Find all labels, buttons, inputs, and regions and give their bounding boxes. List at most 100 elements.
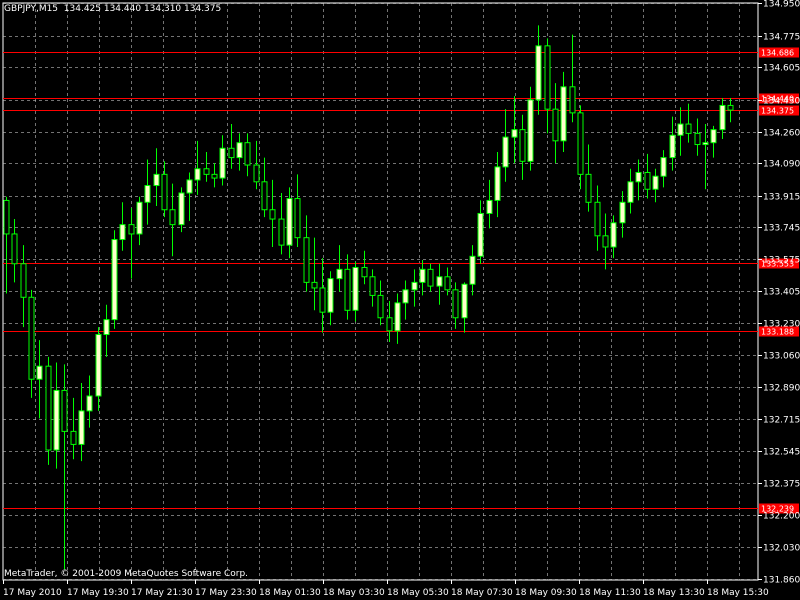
y-tick-label: 132.545 (763, 448, 800, 458)
candle-bear (128, 224, 135, 235)
x-tick-label: 18 May 03:30 (323, 588, 385, 598)
x-tick-label: 18 May 11:30 (579, 588, 641, 598)
candle-bear (452, 289, 459, 319)
candle-bull (95, 334, 102, 397)
x-tick-label: 17 May 2010 (3, 588, 62, 598)
candle-bull (619, 201, 626, 224)
x-tick-label: 18 May 15:30 (707, 588, 769, 598)
candle-bull (53, 389, 60, 451)
candle-bull (511, 129, 518, 138)
y-tick-label: 133.060 (763, 352, 800, 362)
candle-bear (169, 209, 176, 226)
candle-bull (194, 168, 201, 181)
y-tick-label: 132.030 (763, 544, 800, 554)
candle-bull (486, 199, 493, 214)
candle-bull (236, 142, 243, 159)
y-tick-label: 134.260 (763, 129, 800, 139)
candle-bear (644, 171, 651, 190)
x-tick-label: 18 May 13:30 (643, 588, 705, 598)
candle-bear (244, 142, 251, 166)
candle-bear (161, 173, 168, 211)
y-tick-label: 132.715 (763, 416, 800, 426)
copyright-text: MetaTrader, © 2001-2009 MetaQuotes Softw… (4, 569, 249, 579)
candle-bear (261, 181, 268, 211)
candle-bull (469, 255, 476, 285)
candle-bear (11, 233, 18, 265)
candle-bear (28, 296, 35, 380)
chart-background (0, 0, 800, 600)
candle-bull (286, 198, 293, 246)
candle-bear (594, 201, 601, 237)
candle-bear (602, 235, 609, 248)
candle-bear (727, 104, 734, 111)
candle-bull (219, 147, 226, 179)
y-tick-label: 133.915 (763, 193, 800, 203)
candle-bull (178, 192, 185, 226)
candle-bear (552, 108, 559, 142)
y-tick-label: 133.230 (763, 320, 800, 330)
candle-bear (278, 218, 285, 246)
candle-bull (677, 123, 684, 136)
candle-bear (228, 147, 235, 159)
candle-bull (461, 283, 468, 319)
candle-bull (610, 222, 617, 248)
candle-bear (361, 266, 368, 278)
candle-bear (685, 123, 692, 134)
candle-bear (444, 276, 451, 291)
candle-bear (344, 268, 351, 311)
level-label: 134.686 (761, 49, 794, 58)
candle-bull (652, 175, 659, 190)
candle-bull (119, 224, 126, 241)
candle-bull (103, 319, 110, 336)
candle-bull (702, 142, 709, 146)
y-tick-label: 133.745 (763, 224, 800, 234)
y-tick-label: 134.775 (763, 33, 800, 43)
candle-bull (635, 171, 642, 183)
x-tick-label: 17 May 23:30 (195, 588, 257, 598)
candle-bull (535, 45, 542, 101)
candle-bull (477, 212, 484, 257)
x-tick-label: 17 May 19:30 (67, 588, 129, 598)
y-tick-label: 133.575 (763, 256, 800, 266)
candle-bull (144, 185, 151, 203)
x-tick-label: 18 May 07:30 (451, 588, 513, 598)
candle-bear (253, 164, 260, 183)
candle-bull (669, 134, 676, 159)
y-tick-label: 132.890 (763, 384, 800, 394)
candle-bull (153, 173, 160, 187)
candle-bear (61, 389, 68, 432)
candle-bear (544, 45, 551, 110)
candle-bull (78, 410, 85, 445)
candle-bull (111, 239, 118, 321)
candle-bear (45, 365, 52, 451)
candle-bear (211, 173, 218, 179)
y-tick-label: 134.430 (763, 97, 800, 107)
candle-bull (710, 129, 717, 144)
candle-bear (319, 287, 326, 313)
candle-bull (436, 276, 443, 287)
ohlc-readout: 134.425 134.440 134.310 134.375 (63, 4, 222, 14)
candle-bull (494, 166, 501, 201)
candle-bull (660, 157, 667, 177)
candle-bear (427, 268, 434, 287)
y-tick-label: 131.860 (763, 576, 800, 586)
candle-bear (294, 198, 301, 239)
candle-bear (203, 168, 210, 175)
candle-bull (86, 395, 93, 412)
x-tick-label: 17 May 21:30 (131, 588, 193, 598)
candle-bear (569, 86, 576, 114)
symbol-label: GBPJPY,M15 (4, 4, 59, 14)
candle-bull (327, 278, 334, 313)
candle-bear (577, 112, 584, 175)
candle-bear (519, 129, 526, 162)
candle-bear (303, 237, 310, 283)
price-chart[interactable]: 134.686134.440134.375133.553133.188132.2… (0, 0, 800, 600)
candle-bull (627, 181, 634, 203)
candle-bull (419, 268, 426, 283)
candle-bear (585, 173, 592, 203)
candle-bear (269, 209, 276, 220)
candle-bear (311, 281, 318, 289)
candle-bull (336, 268, 343, 280)
candle-bull (186, 179, 193, 194)
candle-bull (352, 266, 359, 311)
